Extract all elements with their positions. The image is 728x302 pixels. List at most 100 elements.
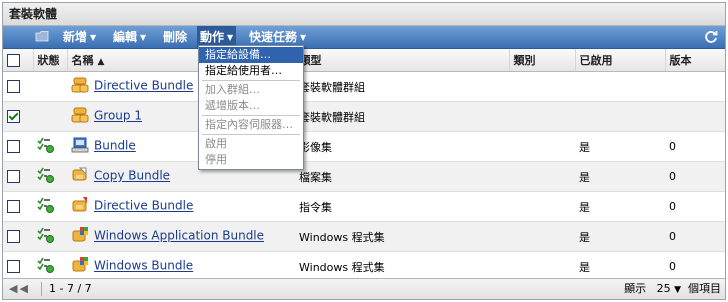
menu-item-2[interactable]: 指定給使用者…	[199, 63, 303, 79]
menu-separator	[202, 80, 300, 81]
page-range: 1 - 7 / 7	[49, 282, 92, 295]
status-ok-icon	[37, 227, 55, 246]
bundle-name-link[interactable]: Bundle	[94, 139, 136, 153]
status-cell	[33, 131, 67, 162]
table-header-row: 狀態 名稱 ▲ 類型 類別 已啟用 版本	[3, 49, 725, 72]
bundle-group-icon	[71, 77, 89, 96]
status-ok-icon	[37, 137, 55, 156]
pager-arrows[interactable]: ◀◀	[9, 279, 30, 299]
table-row[interactable]: Directive Bundle 指令集 是 0	[3, 191, 725, 222]
file-bundle-icon	[71, 167, 89, 186]
page-size-select[interactable]: 25 ▼	[657, 282, 681, 295]
menu-item-1[interactable]: 指定給設備…	[199, 47, 303, 63]
type-cell: 影像集	[295, 131, 509, 162]
row-checkbox[interactable]	[7, 170, 20, 184]
row-select-cell[interactable]	[3, 101, 33, 132]
column-header-enabled[interactable]: 已啟用	[575, 49, 666, 72]
version-cell: 0	[665, 131, 725, 162]
bundle-name-link[interactable]: Directive Bundle	[94, 79, 193, 93]
table-row[interactable]: Directive Bundle 套裝軟體群組	[3, 71, 725, 102]
items-label: 個項目	[688, 282, 721, 295]
version-cell	[665, 71, 725, 102]
version-cell	[665, 101, 725, 132]
menu-item-3: 加入群組…	[205, 83, 260, 96]
column-header-type[interactable]: 類型	[295, 49, 510, 72]
menu-item-4: 遞增版本…	[205, 99, 260, 112]
menu-separator	[202, 134, 300, 135]
table-row[interactable]: Group 1 套裝軟體群組	[3, 101, 725, 132]
bundle-name-link[interactable]: Windows Bundle	[94, 259, 193, 273]
bundle-group-icon	[71, 107, 89, 126]
enabled-cell: 是	[575, 131, 665, 162]
row-select-cell[interactable]	[3, 71, 33, 102]
bundle-name-link[interactable]: Directive Bundle	[94, 199, 193, 213]
row-select-cell[interactable]	[3, 131, 33, 162]
column-header-status[interactable]: 狀態	[33, 49, 68, 72]
category-cell	[509, 71, 575, 102]
row-select-cell[interactable]	[3, 161, 33, 192]
table-row[interactable]: Windows Bundle Windows 程式集 是 0	[3, 251, 725, 282]
category-cell	[509, 251, 575, 282]
windows-app-bundle-icon	[71, 227, 89, 246]
type-cell: 套裝軟體群組	[295, 71, 509, 102]
bundles-table: 狀態 名稱 ▲ 類型 類別 已啟用 版本 Directive Bundle 套裝軟體…	[3, 49, 725, 282]
category-cell	[509, 131, 575, 162]
table-row[interactable]: Copy Bundle 檔案集 是 0	[3, 161, 725, 192]
folder-icon[interactable]	[35, 30, 49, 42]
show-label: 顯示	[624, 282, 647, 295]
column-header-version[interactable]: 版本	[665, 49, 725, 72]
actions-dropdown-menu: 指定給設備… 指定給使用者… 加入群組… 遞增版本… 指定內容伺服器… 啟用 停用	[198, 45, 304, 170]
menu-separator	[202, 115, 300, 116]
enabled-cell: 是	[575, 251, 665, 282]
status-cell	[33, 101, 67, 132]
version-cell: 0	[665, 161, 725, 192]
delete-button[interactable]: 刪除	[163, 26, 187, 48]
category-cell	[509, 191, 575, 222]
name-cell: Windows Bundle	[67, 251, 295, 282]
row-checkbox[interactable]	[7, 110, 20, 124]
category-cell	[509, 101, 575, 132]
status-cell	[33, 161, 67, 192]
pager-bar: ◀◀ 1 - 7 / 7 顯示 25 ▼ 個項目	[3, 278, 725, 299]
category-cell	[509, 221, 575, 252]
table-row[interactable]: Bundle 影像集 是 0	[3, 131, 725, 162]
row-checkbox[interactable]	[7, 200, 20, 214]
enabled-cell	[575, 101, 665, 132]
row-checkbox[interactable]	[7, 230, 20, 244]
select-all-checkbox[interactable]	[7, 53, 20, 67]
select-all-header[interactable]	[3, 49, 34, 72]
version-cell: 0	[665, 221, 725, 252]
status-ok-icon	[37, 197, 55, 216]
chevron-down-icon: ▼	[674, 285, 681, 295]
windows-bundle-icon	[71, 257, 89, 276]
type-cell: Windows 程式集	[295, 221, 509, 252]
menu-item-6: 啟用	[205, 137, 227, 150]
table-row[interactable]: Windows Application Bundle Windows 程式集 是 0	[3, 221, 725, 252]
bundle-name-link[interactable]: Windows Application Bundle	[94, 229, 264, 243]
row-checkbox[interactable]	[7, 260, 20, 274]
bundles-panel: 套裝軟體 新增 ▼ 編輯 ▼ 刪除 動作 ▼ 快速任務 ▼ 狀態 名稱 ▲ 類型 類別 已…	[2, 2, 726, 300]
edit-menu-button[interactable]: 編輯 ▼	[113, 26, 146, 48]
new-menu-button[interactable]: 新增 ▼	[63, 26, 96, 48]
type-cell: 套裝軟體群組	[295, 101, 509, 132]
status-cell	[33, 71, 67, 102]
status-cell	[33, 191, 67, 222]
menu-item-7: 停用	[205, 153, 227, 166]
row-checkbox[interactable]	[7, 80, 20, 94]
refresh-icon[interactable]	[703, 29, 719, 45]
bundle-name-link[interactable]: Copy Bundle	[94, 169, 170, 183]
pager-divider	[41, 282, 42, 296]
toolbar: 新增 ▼ 編輯 ▼ 刪除 動作 ▼ 快速任務 ▼	[3, 26, 725, 49]
panel-title: 套裝軟體	[3, 3, 725, 26]
category-cell	[509, 161, 575, 192]
status-ok-icon	[37, 257, 55, 276]
status-cell	[33, 221, 67, 252]
version-cell: 0	[665, 191, 725, 222]
row-select-cell[interactable]	[3, 251, 33, 282]
row-select-cell[interactable]	[3, 221, 33, 252]
column-header-category[interactable]: 類別	[509, 49, 576, 72]
bundle-name-link[interactable]: Group 1	[94, 109, 142, 123]
row-select-cell[interactable]	[3, 191, 33, 222]
directive-bundle-icon	[71, 197, 89, 216]
row-checkbox[interactable]	[7, 140, 20, 154]
